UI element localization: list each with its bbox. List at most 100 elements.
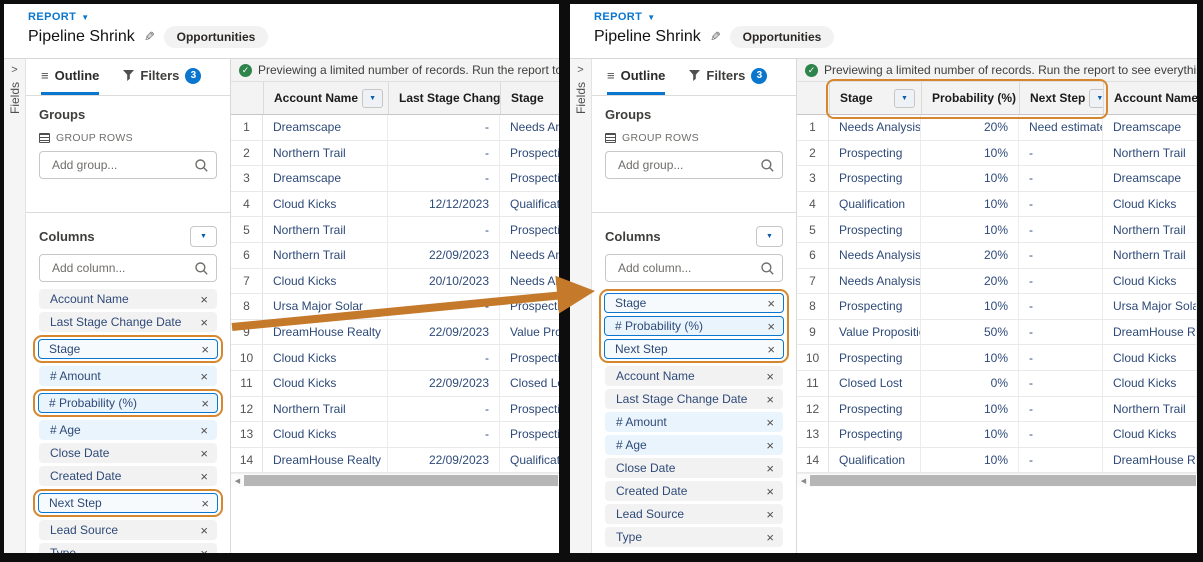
tab-filters[interactable]: Filters 3 — [123, 59, 201, 95]
remove-column-icon[interactable]: × — [200, 316, 208, 329]
remove-column-icon[interactable]: × — [200, 447, 208, 460]
remove-column-icon[interactable]: × — [767, 343, 775, 356]
remove-column-icon[interactable]: × — [766, 485, 774, 498]
column-menu-button[interactable]: ▼ — [362, 89, 383, 108]
column-pill[interactable]: # Probability (%)× — [38, 393, 218, 413]
column-pill[interactable]: # Amount× — [39, 366, 217, 386]
row-number: 6 — [231, 243, 263, 268]
column-header[interactable]: Stage▼ — [501, 82, 559, 114]
report-type-menu[interactable]: REPORT ▼ — [28, 11, 559, 23]
row-number: 8 — [797, 294, 829, 319]
add-column-input[interactable] — [50, 260, 189, 276]
column-pill[interactable]: Created Date × — [605, 481, 783, 501]
expand-fields-icon[interactable]: > — [577, 65, 583, 76]
tab-outline[interactable]: ≡ Outline — [607, 59, 665, 95]
column-header[interactable]: Probability (%)▼ — [922, 82, 1020, 114]
report-type-menu[interactable]: REPORT ▼ — [594, 11, 1197, 23]
tab-outline[interactable]: ≡ Outline — [41, 59, 99, 95]
column-pill[interactable]: Last Stage Change Date× — [605, 389, 783, 409]
remove-column-icon[interactable]: × — [766, 393, 774, 406]
table-cell: 20% — [921, 243, 1019, 268]
remove-column-icon[interactable]: × — [201, 397, 209, 410]
table-cell: Prospecting — [829, 294, 921, 319]
column-pill[interactable]: Lead Source × — [39, 520, 217, 540]
column-menu-button[interactable]: ▼ — [894, 89, 915, 108]
table-cell: 50% — [921, 320, 1019, 345]
scroll-left-icon[interactable]: ◀ — [231, 477, 244, 485]
scroll-left-icon[interactable]: ◀ — [797, 477, 810, 485]
remove-column-icon[interactable]: × — [201, 343, 209, 356]
remove-column-icon[interactable]: × — [200, 293, 208, 306]
column-pill[interactable]: Account Name× — [605, 366, 783, 386]
column-pill[interactable]: Stage × — [38, 339, 218, 359]
remove-column-icon[interactable]: × — [201, 497, 209, 510]
add-group-input[interactable] — [50, 157, 189, 173]
remove-column-icon[interactable]: × — [200, 470, 208, 483]
column-pill[interactable]: Lead Source× — [605, 504, 783, 524]
column-header[interactable]: Next Step▼ — [1020, 82, 1104, 114]
add-column-input[interactable] — [616, 260, 755, 276]
scrollbar-thumb[interactable] — [244, 475, 558, 486]
column-header[interactable]: Account Name▼ — [264, 82, 389, 114]
table-cell: - — [1019, 141, 1103, 166]
expand-fields-icon[interactable]: > — [11, 65, 17, 76]
remove-column-icon[interactable]: × — [767, 297, 775, 310]
table-cell: Needs Analysis — [829, 115, 921, 140]
remove-column-icon[interactable]: × — [766, 508, 774, 521]
fields-rail[interactable]: > Fields — [570, 59, 592, 553]
row-number: 1 — [797, 115, 829, 140]
column-header[interactable]: Last Stage Change Date▼ — [389, 82, 501, 114]
column-pill[interactable]: Last Stage Change Date× — [39, 312, 217, 332]
column-menu-button[interactable]: ▼ — [1089, 89, 1104, 108]
remove-column-icon[interactable]: × — [767, 320, 775, 333]
column-pill[interactable]: Next Step× — [38, 493, 218, 513]
table-cell: Prospecting — [829, 422, 921, 447]
column-pill[interactable]: Close Date× — [605, 458, 783, 478]
scrollbar-thumb[interactable] — [810, 475, 1196, 486]
remove-column-icon[interactable]: × — [200, 370, 208, 383]
highlight-ring: Stage × — [33, 335, 223, 363]
column-pill[interactable]: # Age× — [605, 435, 783, 455]
fields-rail[interactable]: > Fields — [4, 59, 26, 553]
column-pill[interactable]: Created Date× — [39, 466, 217, 486]
column-pill[interactable]: # Age× — [39, 420, 217, 440]
remove-column-icon[interactable]: × — [766, 416, 774, 429]
remove-column-icon[interactable]: × — [766, 531, 774, 544]
column-pill-label: # Amount — [616, 415, 667, 429]
remove-column-icon[interactable]: × — [766, 439, 774, 452]
column-pill[interactable]: # Amount × — [605, 412, 783, 432]
column-pill[interactable]: Type× — [39, 543, 217, 553]
column-pill[interactable]: Stage× — [604, 293, 784, 313]
column-pill-label: Lead Source — [50, 523, 118, 537]
column-pill[interactable]: Account Name× — [39, 289, 217, 309]
edit-pencil-icon[interactable]: ✎ — [710, 29, 721, 45]
horizontal-scrollbar[interactable]: ◀ — [797, 473, 1197, 487]
column-header[interactable]: Stage ▼ — [830, 82, 922, 114]
column-pill[interactable]: Next Step× — [604, 339, 784, 359]
remove-column-icon[interactable]: × — [200, 547, 208, 554]
remove-column-icon[interactable]: × — [200, 524, 208, 537]
columns-menu-button[interactable]: ▼ — [756, 226, 783, 247]
table-cell: Cloud Kicks — [1103, 345, 1197, 370]
remove-column-icon[interactable]: × — [766, 462, 774, 475]
add-group-input[interactable] — [616, 157, 755, 173]
table-cell: - — [1019, 243, 1103, 268]
table-cell: 20% — [921, 115, 1019, 140]
tab-filters[interactable]: Filters 3 — [689, 59, 767, 95]
column-header-label: Stage — [840, 91, 873, 105]
row-number: 9 — [231, 320, 263, 345]
column-pill[interactable]: Close Date× — [39, 443, 217, 463]
column-header[interactable]: Account Name▼ — [1104, 82, 1197, 114]
table-row: 5Prospecting10%-Northern Trail — [797, 217, 1197, 243]
table-cell: Ursa Major Solar — [1103, 294, 1197, 319]
table-row: 1Needs Analysis20%Need estimate 2Dreamsc… — [797, 115, 1197, 141]
column-pill[interactable]: # Probability (%)× — [604, 316, 784, 336]
columns-menu-button[interactable]: ▼ — [190, 226, 217, 247]
column-pill-label: Stage — [49, 342, 80, 356]
column-pill[interactable]: Type× — [605, 527, 783, 547]
edit-pencil-icon[interactable]: ✎ — [144, 29, 155, 45]
remove-column-icon[interactable]: × — [766, 370, 774, 383]
remove-column-icon[interactable]: × — [200, 424, 208, 437]
column-pill-label: Created Date — [616, 484, 687, 498]
horizontal-scrollbar[interactable]: ◀ — [231, 473, 559, 487]
